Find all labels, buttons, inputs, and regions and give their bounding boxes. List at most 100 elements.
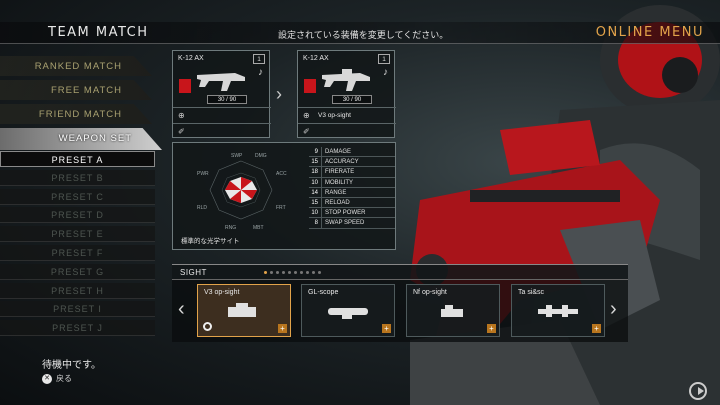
stat-row-accuracy: 15 ACCURACY xyxy=(309,157,395,168)
stat-label: DAMAGE xyxy=(321,147,351,157)
plus-icon: + xyxy=(382,324,391,333)
accessory-slot-row[interactable]: ✐ xyxy=(173,123,271,139)
preset-item-g[interactable]: PRESET G xyxy=(0,263,155,280)
online-menu-title: ONLINE MENU xyxy=(595,25,704,40)
preset-item-f[interactable]: PRESET F xyxy=(0,244,155,261)
stat-list: 9 DAMAGE 15 ACCURACY 18 FIRERATE 10 MOBILITY… xyxy=(309,147,395,229)
mode-title: TEAM MATCH xyxy=(48,25,149,40)
scope-icon xyxy=(538,305,578,317)
stat-value: 9 xyxy=(314,149,318,155)
sight-icon xyxy=(441,305,463,317)
preset-item-h[interactable]: PRESET H xyxy=(0,282,155,299)
stat-row-damage: 9 DAMAGE xyxy=(309,147,395,158)
new-weapon-card[interactable]: K-12 AX 1 ♪ 30 / 90 ⊕ V3 op-sight ✐ xyxy=(297,50,396,139)
page-dot xyxy=(306,271,309,274)
stat-value: 14 xyxy=(311,189,318,196)
preset-item-c[interactable]: PRESET C xyxy=(0,188,155,205)
preset-item-e[interactable]: PRESET E xyxy=(0,226,155,243)
current-weapon-card[interactable]: K-12 AX 1 ♪ 30 / 90 ⊕ ✐ xyxy=(172,50,271,139)
attachment-option-ta-si-sc[interactable]: Ta si&sc + xyxy=(511,284,605,337)
page-dot xyxy=(312,271,315,274)
grenade-icon: ♪ xyxy=(383,67,388,78)
preset-item-i[interactable]: PRESET I xyxy=(0,301,155,318)
logo-icon xyxy=(689,382,707,400)
instruction-text: 設定されている装備を変更してください。 xyxy=(278,30,449,40)
back-button[interactable]: ✕ 戻る xyxy=(42,373,72,384)
weapon-emblem-icon xyxy=(179,79,191,93)
wrench-icon: ✐ xyxy=(178,127,185,136)
menu-item-friend-match[interactable]: FRIEND MATCH xyxy=(0,104,152,124)
chevron-left-icon[interactable]: ‹ xyxy=(178,298,185,321)
stat-value: 8 xyxy=(314,220,318,227)
stat-label: RANGE xyxy=(321,187,346,197)
preset-item-a[interactable]: PRESET A xyxy=(0,151,155,167)
stat-label: SWAP SPEED xyxy=(321,218,364,228)
menu-item-ranked-match[interactable]: RANKED MATCH xyxy=(0,56,152,76)
stat-value: 15 xyxy=(311,199,318,206)
preset-list: PRESET A PRESET B PRESET C PRESET D PRES… xyxy=(0,151,155,339)
stat-label: RELOAD xyxy=(321,197,350,208)
stat-row-reload: 15 RELOAD xyxy=(309,197,395,209)
weapon-slot-badge: 1 xyxy=(253,54,265,64)
weapon-slot-badge: 1 xyxy=(378,54,390,64)
weapon-name: K-12 AX xyxy=(303,55,329,62)
radar-chart: SWP DMG ACC FRT MBT RNG RLD PWR xyxy=(197,153,287,231)
equipped-indicator-icon xyxy=(203,322,212,331)
preset-item-j[interactable]: PRESET J xyxy=(0,320,155,337)
stat-row-stop-power: 10 STOP POWER xyxy=(309,208,395,219)
attachment-option-gl-scope[interactable]: GL-scope + xyxy=(301,284,395,337)
menu-item-weapon-set[interactable]: WEAPON SET xyxy=(0,128,162,150)
attachment-name: Ta si&sc xyxy=(518,289,545,296)
weapon-ammo: 30 / 90 xyxy=(332,95,372,104)
stats-panel: SWP DMG ACC FRT MBT RNG RLD PWR 標準的な光学サイ… xyxy=(172,142,396,250)
radar-label-pwr: PWR xyxy=(197,171,209,177)
page-indicator xyxy=(264,271,321,274)
preset-item-d[interactable]: PRESET D xyxy=(0,207,155,224)
sight-category-bar: SIGHT xyxy=(172,264,628,280)
sight-description: 標準的な光学サイト xyxy=(181,238,240,245)
back-label: 戻る xyxy=(56,374,72,383)
stat-value: 10 xyxy=(311,179,318,186)
menu-item-free-match[interactable]: FREE MATCH xyxy=(0,80,152,100)
sight-category-label: SIGHT xyxy=(180,268,207,277)
grenade-icon: ♪ xyxy=(258,67,263,78)
weapon-name: K-12 AX xyxy=(178,55,204,62)
radar-label-mbt: MBT xyxy=(253,225,264,231)
stat-label: MOBILITY xyxy=(321,177,353,187)
weapon-ammo: 30 / 90 xyxy=(207,95,247,104)
sight-slot-label: V3 op-sight xyxy=(318,112,351,119)
sight-slot-row[interactable]: ⊕ xyxy=(173,107,271,123)
stat-value: 10 xyxy=(311,210,318,217)
wrench-icon: ✐ xyxy=(303,127,310,136)
radar-label-acc: ACC xyxy=(276,171,287,177)
rifle-icon xyxy=(322,69,370,91)
circle-button-icon: ✕ xyxy=(42,373,52,384)
radar-label-dmg: DMG xyxy=(255,153,267,159)
attachment-option-v3-op-sight[interactable]: V3 op-sight + xyxy=(197,284,291,337)
attachment-option-nf-op-sight[interactable]: Nf op-sight + xyxy=(406,284,500,337)
stat-value: 18 xyxy=(311,169,318,176)
page-dot xyxy=(276,271,279,274)
sight-icon xyxy=(228,303,256,317)
status-text: 待機中です。 xyxy=(42,360,101,371)
chevron-right-icon[interactable]: › xyxy=(610,298,617,321)
stat-label: FIRERATE xyxy=(321,167,354,177)
sight-slot-row[interactable]: ⊕ V3 op-sight xyxy=(298,107,396,123)
page-dot xyxy=(264,271,267,274)
rifle-icon xyxy=(197,73,245,91)
attachment-name: Nf op-sight xyxy=(413,289,447,296)
radar-label-rng: RNG xyxy=(225,225,236,231)
plus-icon: + xyxy=(487,324,496,333)
page-dot xyxy=(318,271,321,274)
radar-label-rld: RLD xyxy=(197,205,207,211)
stat-label: ACCURACY xyxy=(321,157,359,167)
chevron-right-icon: › xyxy=(276,84,282,104)
weapon-emblem-icon xyxy=(304,79,316,93)
preset-item-b[interactable]: PRESET B xyxy=(0,169,155,186)
accessory-slot-row[interactable]: ✐ xyxy=(298,123,396,139)
stat-label: STOP POWER xyxy=(321,208,365,218)
stat-row-firerate: 18 FIRERATE xyxy=(309,167,395,178)
page-dot xyxy=(300,271,303,274)
page-dot xyxy=(294,271,297,274)
page-dot xyxy=(282,271,285,274)
